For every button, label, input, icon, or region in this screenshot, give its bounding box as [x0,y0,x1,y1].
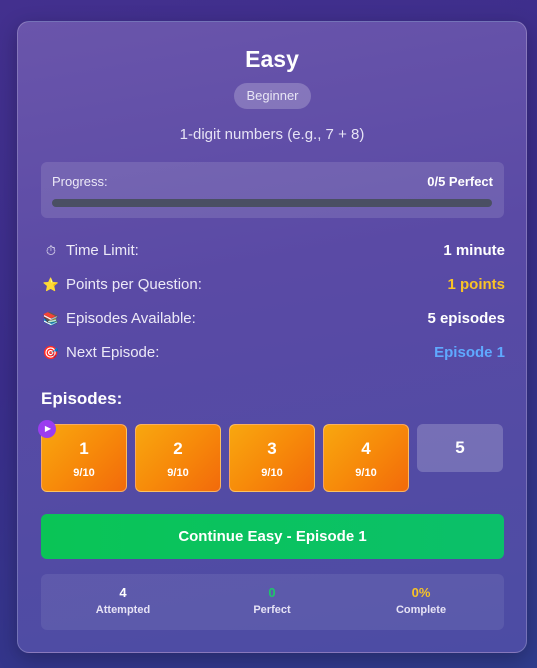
next-episode-value: Episode 1 [434,344,505,361]
episode-number: 2 [173,439,183,458]
difficulty-title: Easy [245,46,299,72]
episodes-available-value: 5 episodes [427,310,505,327]
time-limit-value: 1 minute [443,242,505,259]
play-icon: ▶ [38,420,56,438]
stat-label: Attempted [95,604,151,616]
episode-score: 9/10 [261,467,283,479]
progress-label: Progress: [52,174,108,189]
episode-tile-5[interactable]: 5 [417,424,503,472]
episode-number: 3 [267,439,277,458]
stat-label: Perfect [253,604,291,616]
stopwatch-icon: ⏱ [45,243,57,258]
episode-score: 9/10 [355,467,377,479]
episodes-available-label: Episodes Available: [66,310,196,327]
stat-value: 4 [119,585,127,600]
star-icon: ⭐ [42,277,60,292]
stat-attempted: 4 Attempted [63,585,183,616]
episodes-heading: Episodes: [41,389,123,408]
info-row-next-episode: 🎯 Next Episode: Episode 1 [42,342,505,364]
stat-perfect: 0 Perfect [212,585,332,616]
info-row-time-limit: ⏱ Time Limit: 1 minute [42,240,505,262]
episode-number: 4 [361,439,371,458]
stat-label: Complete [395,604,447,616]
progress-panel: Progress: 0/5 Perfect [41,162,504,218]
stat-complete: 0% Complete [361,585,481,616]
stats-panel: 4 Attempted 0 Perfect 0% Complete [41,574,504,630]
time-limit-label: Time Limit: [66,242,139,259]
episode-tile-3[interactable]: 3 9/10 [229,424,315,492]
info-row-episodes-available: 📚 Episodes Available: 5 episodes [42,308,505,330]
episode-score: 9/10 [167,467,189,479]
episode-number: 5 [455,438,465,457]
stat-value: 0 [268,585,276,600]
episode-score: 9/10 [73,467,95,479]
progress-bar [52,199,492,207]
continue-button[interactable]: Continue Easy - Episode 1 [41,514,504,559]
level-badge: Beginner [234,83,311,109]
target-icon: 🎯 [42,345,60,360]
episode-tile-4[interactable]: 4 9/10 [323,424,409,492]
episode-number: 1 [79,439,89,458]
difficulty-card: Easy Beginner 1-digit numbers (e.g., 7 +… [17,21,527,653]
points-label: Points per Question: [66,276,202,293]
info-row-points: ⭐ Points per Question: 1 points [42,274,505,296]
progress-value: 0/5 Perfect [427,174,493,189]
stat-value: 0% [411,585,431,600]
episode-tile-2[interactable]: 2 9/10 [135,424,221,492]
books-icon: 📚 [42,311,60,326]
next-episode-label: Next Episode: [66,344,160,361]
difficulty-description: 1-digit numbers (e.g., 7 + 8) [179,126,365,143]
points-value: 1 points [447,276,505,293]
